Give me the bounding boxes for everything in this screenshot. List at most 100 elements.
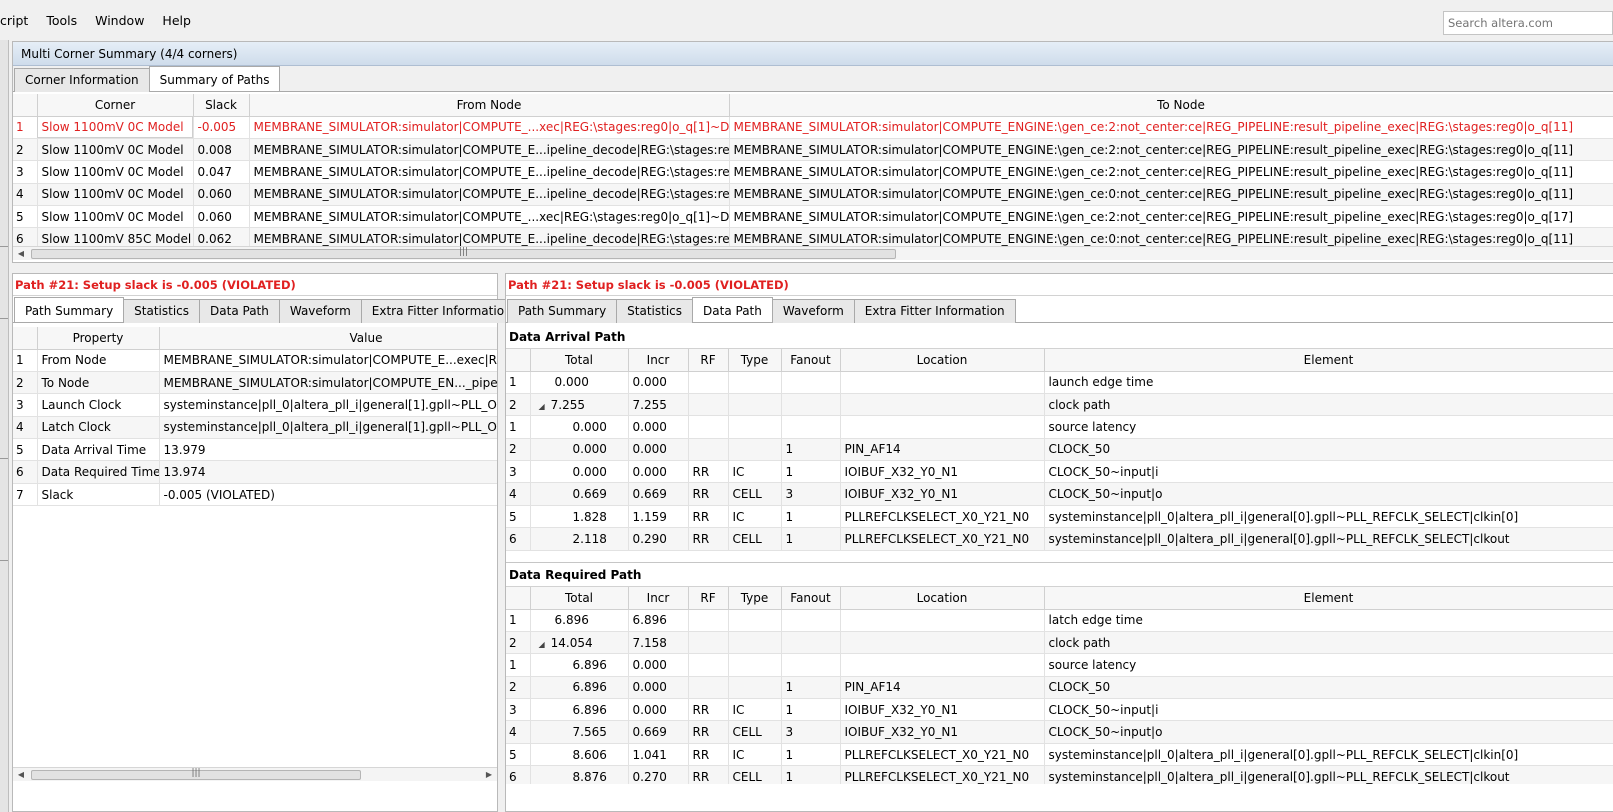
table-row[interactable]: 1 0.000 0.000 source latency [506, 415, 1613, 439]
table-row[interactable]: 3 Slow 1100mV 0C Model 0.047 MEMBRANE_SIMUL… [13, 160, 1613, 184]
column-header-rf[interactable]: RF [688, 349, 729, 372]
to-node-cell: MEMBRANE_SIMULATOR:simulator|COMPUTE_ENG… [729, 160, 1613, 184]
column-header-incr[interactable]: Incr [628, 349, 689, 372]
scrollbar-thumb[interactable]: ||| [31, 768, 361, 780]
column-header-index[interactable] [13, 94, 38, 117]
table-row[interactable]: 1 Slow 1100mV 0C Model -0.005 MEMBRANE_SIMU… [13, 116, 1613, 139]
table-row[interactable]: 5 Slow 1100mV 0C Model 0.060 MEMBRANE_SIMUL… [13, 205, 1613, 229]
table-row[interactable]: 3 6.896 0.000 RR IC 1 IOIBUF_X32_Y0_N1 CLOCK_50… [506, 698, 1613, 722]
location-cell: PIN_AF14 [840, 676, 1045, 700]
tab-path-summary[interactable]: Path Summary [14, 297, 125, 322]
column-header-index[interactable] [13, 327, 38, 350]
table-row[interactable]: 1 6.896 0.000 source latency [506, 653, 1613, 677]
summary-horizontal-scrollbar[interactable]: ◀ ||| [13, 246, 1613, 260]
tab-path-summary[interactable]: Path Summary [507, 299, 618, 323]
scroll-left-icon[interactable]: ◀ [15, 769, 27, 781]
menu-tools[interactable]: Tools [37, 8, 86, 34]
incr-cell: 0.000 [628, 653, 689, 677]
table-row[interactable]: 4 0.669 0.669 RR CELL 3 IOIBUF_X32_Y0_N1 CLOCK_… [506, 482, 1613, 506]
column-header-incr[interactable]: Incr [628, 587, 689, 610]
rf-cell: RR [688, 765, 729, 784]
scroll-left-icon[interactable]: ◀ [15, 248, 27, 260]
right-tabs: Path Summary Statistics Data Path Wavefo… [506, 296, 1613, 323]
tab-extra-fitter-information[interactable]: Extra Fitter Information [360, 299, 523, 323]
path-slack-title: Path #21: Setup slack is -0.005 (VIOLATE… [506, 274, 1613, 296]
total-cell: 0.000 [530, 415, 629, 439]
to-node-cell: MEMBRANE_SIMULATOR:simulator|COMPUTE_ENG… [729, 227, 1613, 246]
table-row[interactable]: 5 1.828 1.159 RR IC 1 PLLREFCLKSELECT_X0_Y21_N… [506, 505, 1613, 529]
column-header-location[interactable]: Location [840, 349, 1045, 372]
table-row[interactable]: 6 Slow 1100mV 85C Model 0.062 MEMBRANE_SIMU… [13, 227, 1613, 246]
tab-statistics[interactable]: Statistics [616, 299, 694, 323]
table-row[interactable]: 2 ◢ 14.054 7.158 clock path [506, 631, 1613, 655]
table-row[interactable]: 4 Latch Clock systeminstance|pll_0|altera_… [13, 416, 497, 440]
table-row[interactable]: 2 Slow 1100mV 0C Model 0.008 MEMBRANE_SIMUL… [13, 138, 1613, 162]
path-summary-horizontal-scrollbar[interactable]: ◀ ||| ▶ [13, 767, 497, 781]
table-row[interactable]: 6 2.118 0.290 RR CELL 1 PLLREFCLKSELECT_X0_Y21… [506, 527, 1613, 551]
menu-help[interactable]: Help [153, 8, 200, 34]
menu-script[interactable]: cript [0, 8, 37, 34]
column-header-element[interactable]: Element [1044, 349, 1613, 372]
tab-statistics[interactable]: Statistics [123, 299, 201, 323]
column-header-type[interactable]: Type [728, 349, 782, 372]
table-row[interactable]: 4 7.565 0.669 RR CELL 3 IOIBUF_X32_Y0_N1 CLOCK_… [506, 720, 1613, 744]
tab-summary-of-paths[interactable]: Summary of Paths [148, 66, 281, 91]
table-row[interactable]: 1 0.000 0.000 launch edge time [506, 371, 1613, 394]
tab-data-path[interactable]: Data Path [692, 297, 773, 322]
scroll-right-icon[interactable]: ▶ [483, 769, 495, 781]
tab-corner-information[interactable]: Corner Information [14, 68, 150, 92]
table-row[interactable]: 2 To Node MEMBRANE_SIMULATOR:simulator|COM… [13, 371, 497, 395]
menu-window[interactable]: Window [86, 8, 153, 34]
column-header-type[interactable]: Type [728, 587, 782, 610]
collapse-triangle-icon[interactable]: ◢ [539, 640, 545, 649]
column-header-from-node[interactable]: From Node [249, 94, 730, 117]
table-row[interactable]: 6 8.876 0.270 RR CELL 1 PLLREFCLKSELECT_X0_Y21… [506, 765, 1613, 784]
tab-extra-fitter-information[interactable]: Extra Fitter Information [853, 299, 1016, 323]
total-cell: 0.669 [530, 482, 629, 506]
column-header-fanout[interactable]: Fanout [781, 587, 841, 610]
total-value: 14.054 [550, 635, 593, 650]
column-header-property[interactable]: Property [37, 327, 160, 350]
column-header-total[interactable]: Total [530, 349, 629, 372]
tab-waveform[interactable]: Waveform [278, 299, 362, 323]
table-row[interactable]: 1 6.896 6.896 latch edge time [506, 609, 1613, 632]
to-node-cell: MEMBRANE_SIMULATOR:simulator|COMPUTE_ENG… [729, 183, 1613, 207]
table-row[interactable]: 3 Launch Clock systeminstance|pll_0|altera… [13, 393, 497, 417]
table-row[interactable]: 6 Data Required Time 13.974 [13, 460, 497, 484]
search-input[interactable] [1443, 11, 1613, 35]
column-header-value[interactable]: Value [159, 327, 497, 350]
column-header-corner[interactable]: Corner [37, 94, 194, 117]
scrollbar-thumb[interactable]: ||| [31, 247, 896, 259]
table-row[interactable]: 5 Data Arrival Time 13.979 [13, 438, 497, 462]
fanout-cell [781, 371, 841, 394]
column-header-slack[interactable]: Slack [193, 94, 250, 117]
element-cell: CLOCK_50~input|o [1044, 720, 1613, 744]
column-header-total[interactable]: Total [530, 587, 629, 610]
type-cell: IC [728, 460, 782, 484]
table-row[interactable]: 2 6.896 0.000 1 PIN_AF14 CLOCK_50 [506, 676, 1613, 700]
incr-cell: 0.270 [628, 765, 689, 784]
column-header-fanout[interactable]: Fanout [781, 349, 841, 372]
column-header-element[interactable]: Element [1044, 587, 1613, 610]
tab-data-path[interactable]: Data Path [199, 299, 280, 323]
column-header-rf[interactable]: RF [688, 587, 729, 610]
table-row[interactable]: 4 Slow 1100mV 0C Model 0.060 MEMBRANE_SIMUL… [13, 183, 1613, 207]
element-cell: CLOCK_50~input|i [1044, 460, 1613, 484]
table-row[interactable]: 1 From Node MEMBRANE_SIMULATOR:simulator|C… [13, 349, 497, 372]
table-row[interactable]: 3 0.000 0.000 RR IC 1 IOIBUF_X32_Y0_N1 CLOCK_50… [506, 460, 1613, 484]
table-row[interactable]: 2 ◢ 7.255 7.255 clock path [506, 393, 1613, 417]
data-arrival-section: Data Arrival Path Total Incr RF Type Fan… [506, 325, 1613, 557]
column-header-to-node[interactable]: To Node [729, 94, 1613, 117]
table-row[interactable]: 5 8.606 1.041 RR IC 1 PLLREFCLKSELECT_X0_Y21_N… [506, 743, 1613, 767]
column-header-location[interactable]: Location [840, 587, 1045, 610]
column-header-index[interactable] [506, 349, 531, 372]
tab-waveform[interactable]: Waveform [771, 299, 855, 323]
rf-cell: RR [688, 527, 729, 551]
column-header-index[interactable] [506, 587, 531, 610]
collapse-triangle-icon[interactable]: ◢ [539, 402, 545, 411]
slack-cell: 0.062 [193, 227, 250, 246]
title-bar-strip [0, 0, 1613, 6]
total-cell: 8.606 [530, 743, 629, 767]
table-row[interactable]: 7 Slack -0.005 (VIOLATED) [13, 483, 497, 507]
table-row[interactable]: 2 0.000 0.000 1 PIN_AF14 CLOCK_50 [506, 438, 1613, 462]
